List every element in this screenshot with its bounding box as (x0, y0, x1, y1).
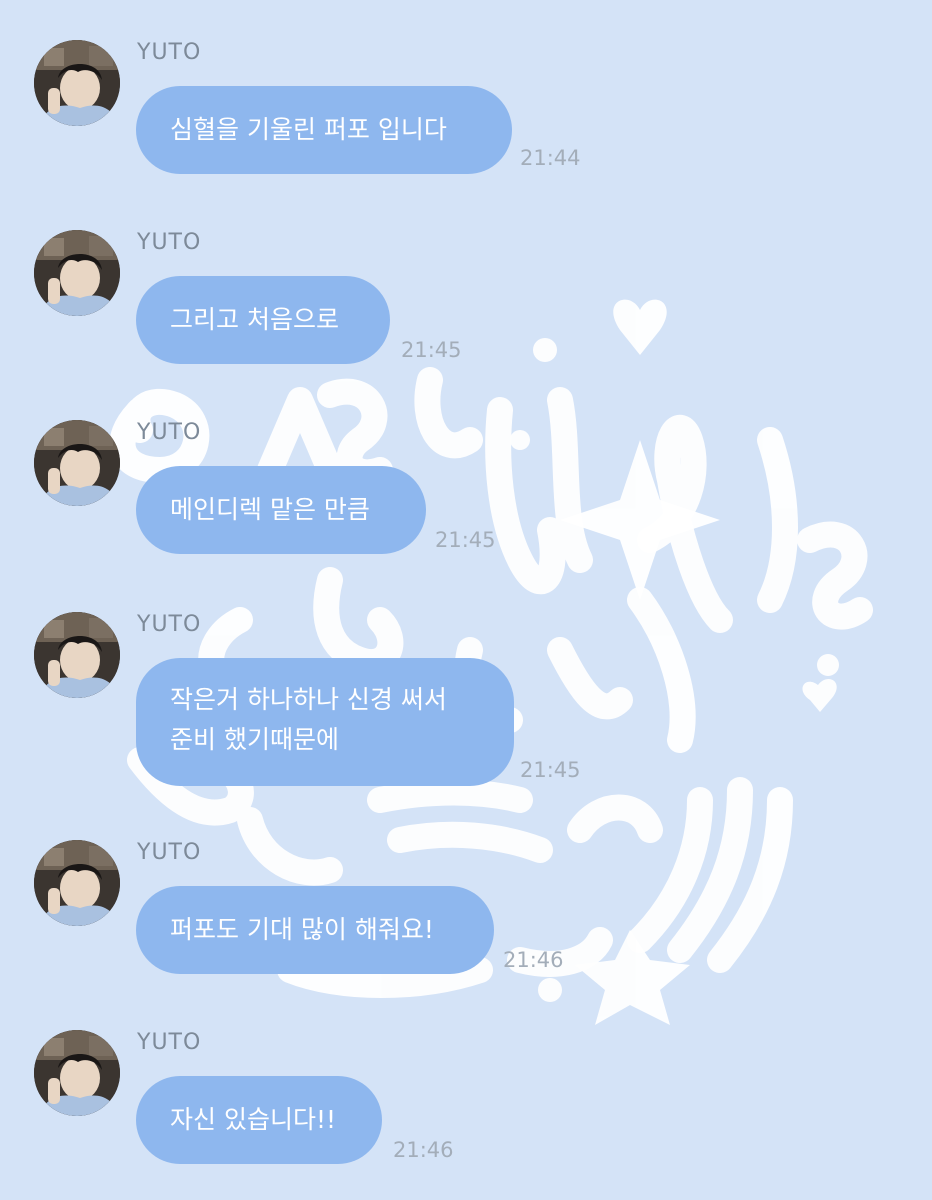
message-time: 21:44 (520, 146, 581, 170)
avatar-photo-icon (34, 40, 120, 126)
avatar[interactable] (34, 612, 120, 698)
avatar-photo-icon (34, 230, 120, 316)
message-text: 심혈을 기울린 퍼포 입니다 (170, 115, 447, 144)
avatar[interactable] (34, 840, 120, 926)
message-text-line: 준비 했기때문에 (170, 725, 339, 754)
avatar[interactable] (34, 230, 120, 316)
avatar-photo-icon (34, 840, 120, 926)
sender-name: YUTO (137, 612, 202, 637)
message-bubble[interactable]: 그리고 처음으로 (136, 276, 390, 364)
message-time: 21:45 (435, 528, 496, 552)
avatar[interactable] (34, 40, 120, 126)
message-text: 퍼포도 기대 많이 해줘요! (170, 915, 434, 944)
message-text: 자신 있습니다!! (170, 1105, 336, 1134)
avatar-photo-icon (34, 1030, 120, 1116)
message-bubble[interactable]: 작은거 하나하나 신경 써서 준비 했기때문에 (136, 658, 514, 786)
message-bubble[interactable]: 심혈을 기울린 퍼포 입니다 (136, 86, 512, 174)
message-text-line: 작은거 하나하나 신경 써서 (170, 685, 447, 714)
sender-name: YUTO (137, 230, 202, 255)
message-bubble[interactable]: 메인디렉 맡은 만큼 (136, 466, 426, 554)
message-time: 21:45 (401, 338, 462, 362)
avatar[interactable] (34, 1030, 120, 1116)
sender-name: YUTO (137, 840, 202, 865)
background-doodle-art (109, 299, 873, 1025)
message-time: 21:46 (503, 948, 564, 972)
avatar[interactable] (34, 420, 120, 506)
message-bubble[interactable]: 퍼포도 기대 많이 해줘요! (136, 886, 494, 974)
sender-name: YUTO (137, 1030, 202, 1055)
message-text: 그리고 처음으로 (170, 305, 339, 334)
avatar-photo-icon (34, 420, 120, 506)
message-text: 메인디렉 맡은 만큼 (170, 495, 370, 524)
message-time: 21:45 (520, 758, 581, 782)
message-time: 21:46 (393, 1138, 454, 1162)
avatar-photo-icon (34, 612, 120, 698)
message-bubble[interactable]: 자신 있습니다!! (136, 1076, 382, 1164)
sender-name: YUTO (137, 420, 202, 445)
sender-name: YUTO (137, 40, 202, 65)
